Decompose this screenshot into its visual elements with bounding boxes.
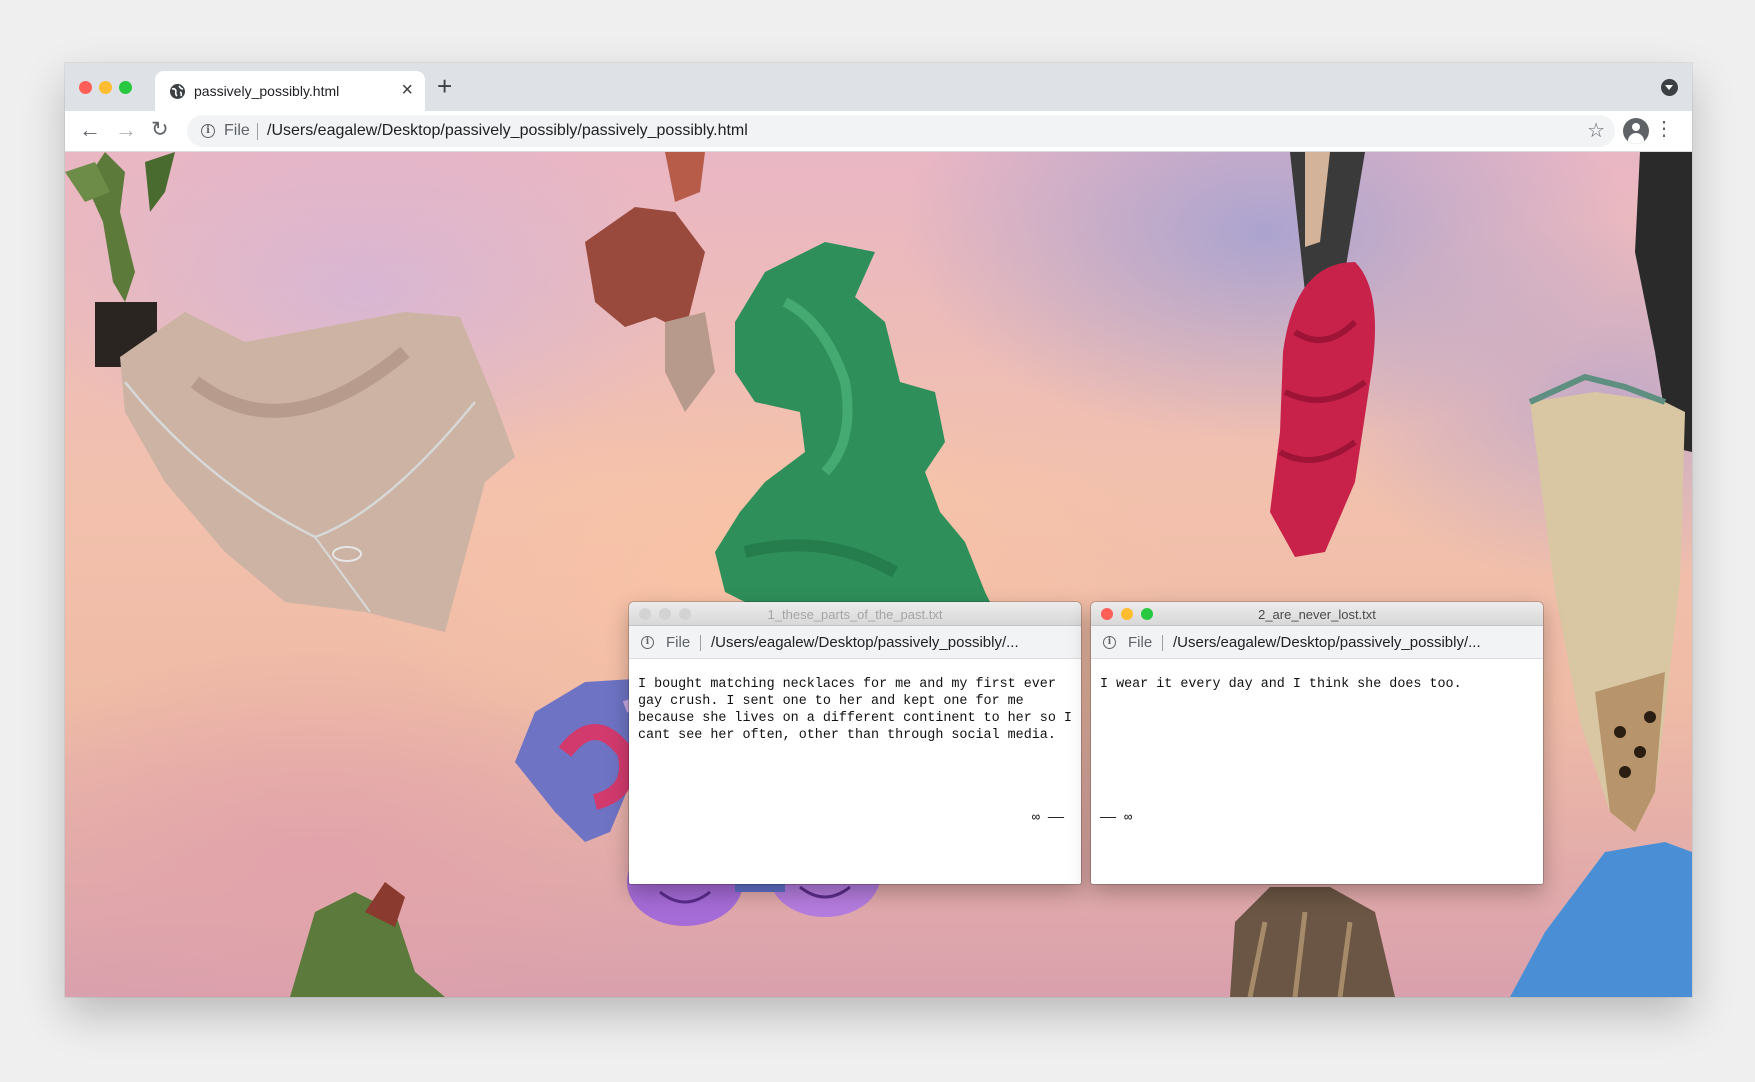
red-fabric-scan: [585, 152, 715, 412]
window-title: 1_these_parts_of_the_past.txt: [767, 607, 943, 622]
forward-icon[interactable]: →: [115, 115, 137, 145]
reload-icon[interactable]: ↻: [151, 115, 169, 145]
info-icon[interactable]: i: [201, 124, 215, 138]
toolbar: ← → ↻ i File /Users/eagalew/Desktop/pass…: [65, 111, 1692, 152]
url-text[interactable]: /Users/eagalew/Desktop/passively_possibl…: [711, 634, 1019, 651]
browser-window: passively_possibly.html × + ← → ↻ i File…: [65, 63, 1692, 997]
menu-kebab-icon[interactable]: ⋮: [1654, 117, 1674, 141]
scheme-label: File: [224, 122, 250, 139]
window-address-bar[interactable]: i File /Users/eagalew/Desktop/passively_…: [629, 626, 1081, 659]
text-content: I wear it every day and I think she does…: [1100, 677, 1462, 692]
info-icon[interactable]: i: [1103, 636, 1116, 649]
green-horse-statue-scan: [715, 242, 995, 612]
url-text[interactable]: /Users/eagalew/Desktop/passively_possibl…: [1173, 634, 1481, 651]
url-text[interactable]: /Users/eagalew/Desktop/passively_possibl…: [267, 122, 748, 140]
globe-icon: [170, 84, 185, 99]
text-content: I bought matching necklaces for me and m…: [638, 677, 1072, 743]
bookmark-star-icon[interactable]: ☆: [1587, 118, 1605, 143]
back-icon[interactable]: ←: [79, 115, 101, 145]
zoom-window-button[interactable]: [119, 81, 132, 94]
window-address-bar[interactable]: i File /Users/eagalew/Desktop/passively_…: [1091, 626, 1543, 659]
footer-mark: —— ∞: [1100, 811, 1133, 826]
divider: [1162, 635, 1163, 651]
new-tab-button[interactable]: +: [437, 71, 452, 101]
necklace-skin-scan: [120, 312, 515, 632]
footer-mark: ∞ ——: [1031, 811, 1064, 826]
tab-close-icon[interactable]: ×: [401, 79, 413, 101]
info-icon[interactable]: i: [641, 636, 654, 649]
text-window-1[interactable]: 1_these_parts_of_the_past.txt i File /Us…: [629, 602, 1081, 884]
minimize-window-button[interactable]: [99, 81, 112, 94]
page-viewport: 1_these_parts_of_the_past.txt i File /Us…: [65, 152, 1692, 997]
divider: [257, 123, 258, 140]
divider: [700, 635, 701, 651]
bubble-tea-cup-scan: [1528, 373, 1685, 832]
tab-passively-possibly[interactable]: passively_possibly.html ×: [155, 71, 425, 111]
close-window-button[interactable]: [79, 81, 92, 94]
text-window-1-titlebar[interactable]: 1_these_parts_of_the_past.txt: [629, 602, 1081, 626]
tab-title: passively_possibly.html: [194, 83, 340, 99]
scheme-label: File: [666, 634, 691, 651]
window-title: 2_are_never_lost.txt: [1258, 607, 1376, 622]
text-window-2-titlebar[interactable]: 2_are_never_lost.txt: [1091, 602, 1543, 626]
tab-search-icon[interactable]: [1661, 79, 1678, 96]
tab-strip: passively_possibly.html × +: [65, 63, 1692, 111]
text-window-2[interactable]: 2_are_never_lost.txt i File /Users/eagal…: [1091, 602, 1543, 884]
plant-scan-bottom-left: [290, 882, 445, 997]
hair-scan: [1230, 887, 1395, 997]
address-bar[interactable]: i File /Users/eagalew/Desktop/passively_…: [187, 115, 1615, 147]
profile-avatar-icon[interactable]: [1623, 118, 1649, 144]
scheme-label: File: [1128, 634, 1153, 651]
knife-and-yarn-scan: [1270, 152, 1375, 557]
